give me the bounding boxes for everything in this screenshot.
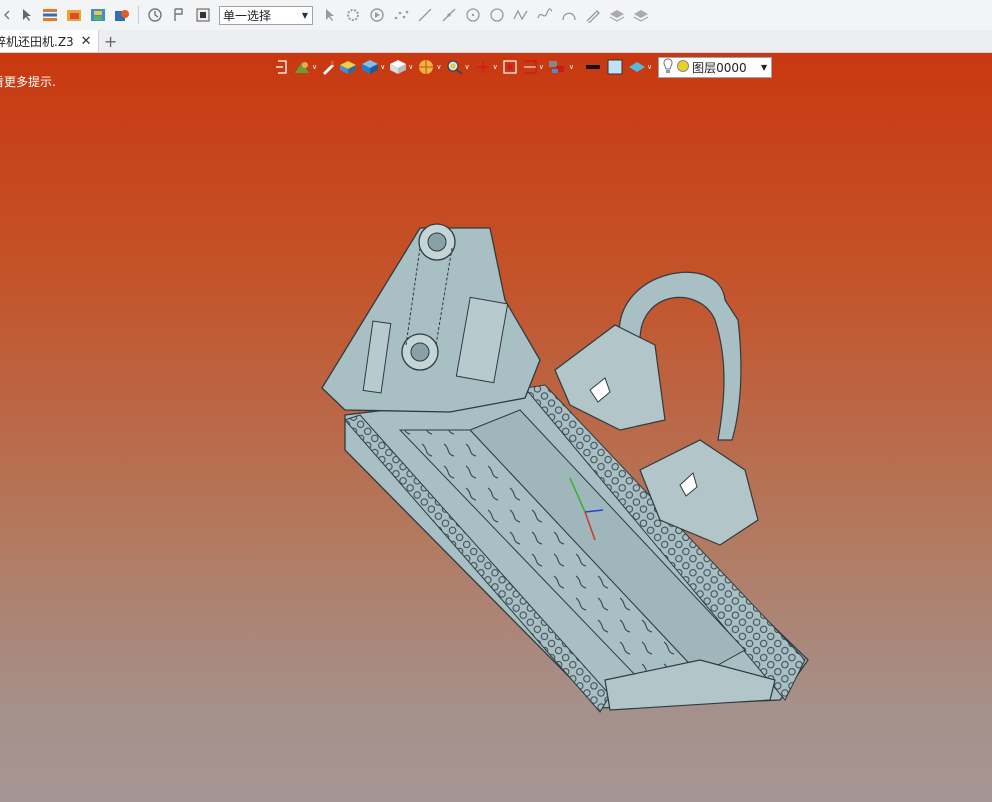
square-icon[interactable] [192,4,214,26]
history-icon[interactable] [144,4,166,26]
open-file-icon[interactable] [63,4,85,26]
play-icon[interactable] [366,4,388,26]
back-icon[interactable] [1,4,13,26]
line-icon[interactable] [414,4,436,26]
cad-model[interactable] [0,53,992,802]
layers-2-icon[interactable] [630,4,652,26]
circle-icon[interactable] [486,4,508,26]
flag-icon[interactable] [168,4,190,26]
save-icon[interactable] [87,4,109,26]
line-2-icon[interactable] [438,4,460,26]
toolbar-separator [138,6,139,24]
document-tabs: 秸秆粉碎机还田机.Z3 ✕ + [0,30,992,53]
selection-mode-select[interactable]: 单一选择 ▼ [219,5,313,25]
gear-pick-icon[interactable] [342,4,364,26]
layers-icon[interactable] [606,4,628,26]
selection-mode-value: 单一选择 [223,8,272,23]
list-icon[interactable] [39,4,61,26]
spline-icon[interactable] [510,4,532,26]
graphics-viewport[interactable]: 选择命令或对象，右键查看更多提示. ∨ ∨ ∨ ∨ ∨ ∨ [0,53,992,802]
circle-center-icon[interactable] [462,4,484,26]
tab-label: 秸秆粉碎机还田机.Z3 [0,34,74,49]
arc-icon[interactable] [558,4,580,26]
pointer-icon[interactable] [15,4,37,26]
add-tab-button[interactable]: + [99,30,123,52]
pen-icon[interactable] [582,4,604,26]
export-icon[interactable] [111,4,133,26]
pick-icon[interactable] [318,4,340,26]
main-toolbar: 单一选择 ▼ [0,0,992,31]
chevron-down-icon: ▼ [301,10,308,20]
close-icon[interactable]: ✕ [81,34,92,49]
curve-icon[interactable] [534,4,556,26]
points-icon[interactable] [390,4,412,26]
tab-document[interactable]: 秸秆粉碎机还田机.Z3 ✕ [0,30,99,52]
